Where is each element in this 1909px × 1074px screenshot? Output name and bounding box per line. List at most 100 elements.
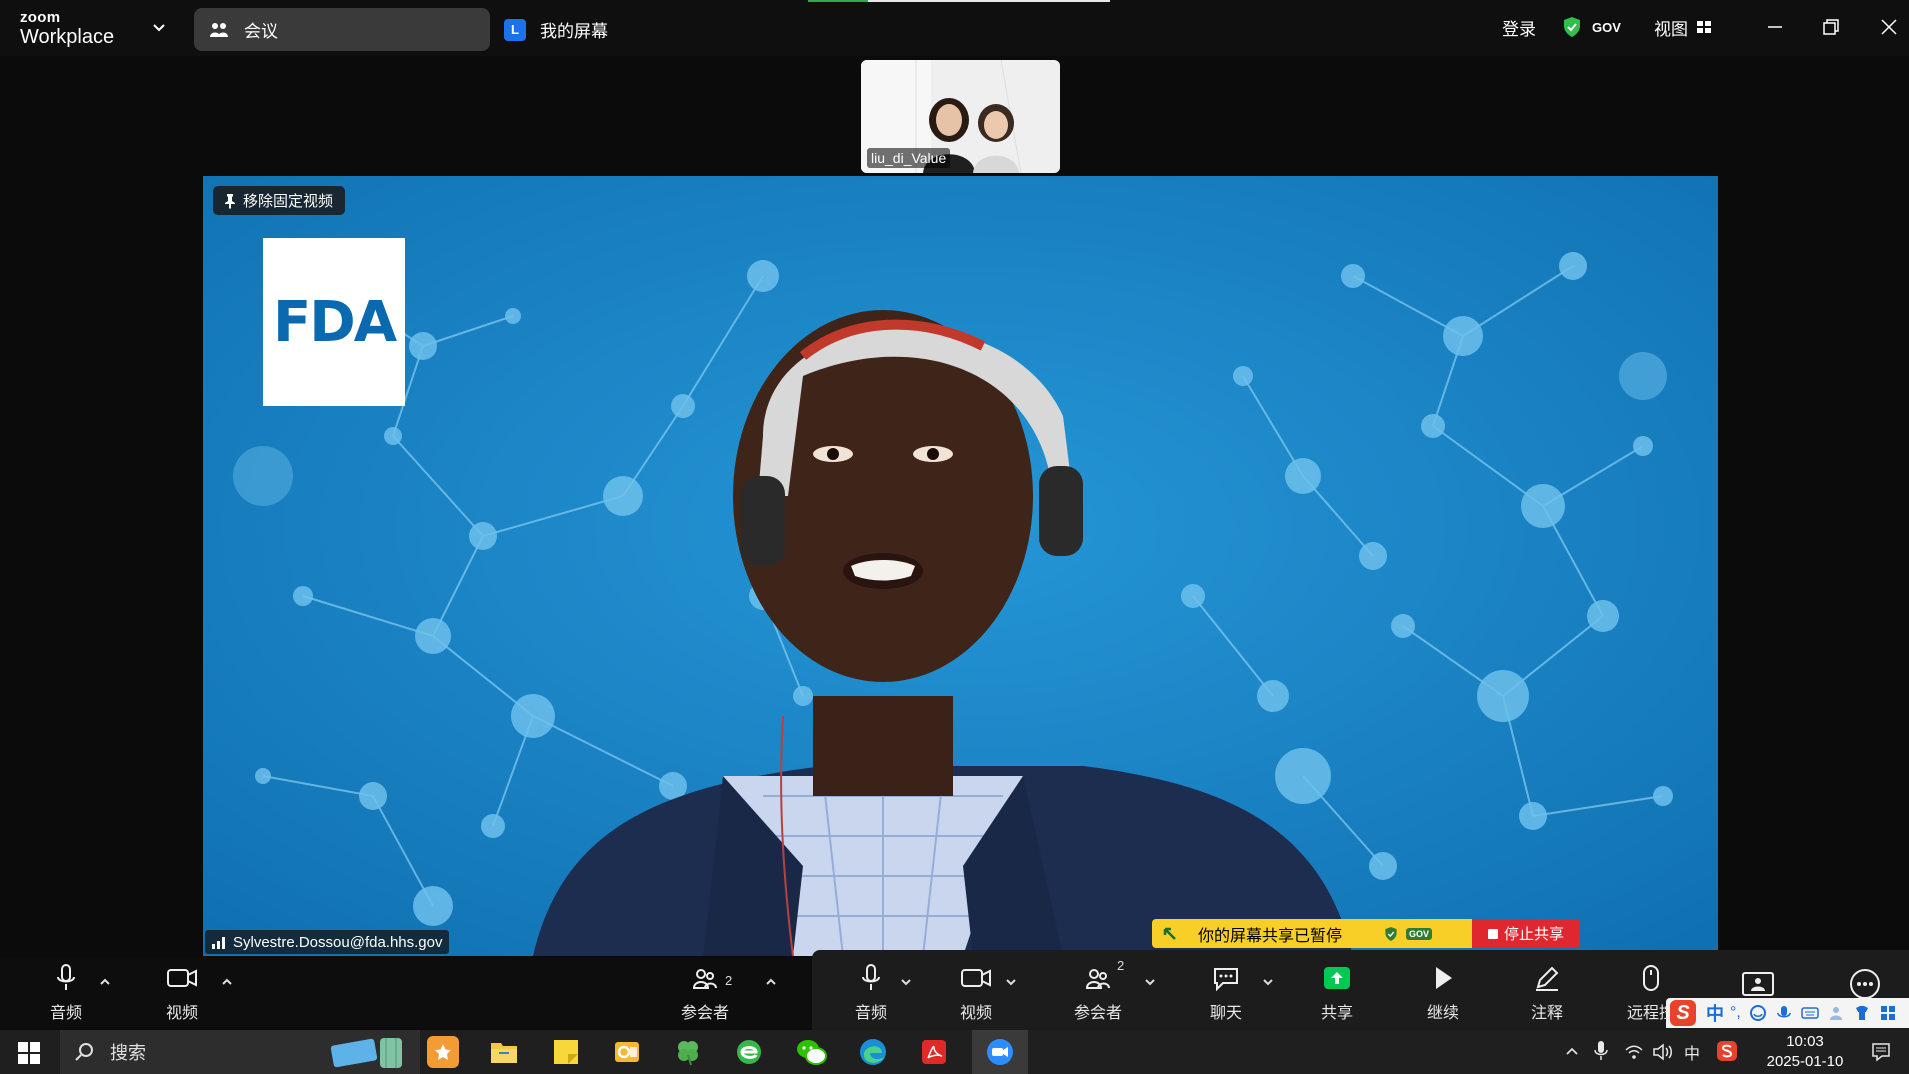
video-label: 视频: [165, 1005, 198, 1022]
clock-time: 10:03: [1786, 1033, 1824, 1050]
participants-button[interactable]: 参会者: [665, 958, 745, 1028]
clock-date: 2025-01-10: [1766, 1053, 1844, 1070]
participants-options-caret-icon[interactable]: [763, 974, 779, 990]
login-button[interactable]: 登录: [1502, 14, 1536, 40]
participants-label: 参会者: [680, 1005, 729, 1022]
audio-options-caret-icon[interactable]: [97, 974, 113, 990]
speaker-name-tag: Sylvestre.Dossou@fda.hhs.gov: [205, 930, 449, 954]
file-explorer-icon[interactable]: [488, 1036, 520, 1068]
ime-toolbar[interactable]: S 中 °,: [1666, 998, 1909, 1028]
share-participants-caret-icon[interactable]: [1142, 974, 1158, 990]
share-audio-label: 音频: [854, 1005, 887, 1022]
window-drag-indicator[interactable]: [808, 0, 1110, 2]
wechat-icon[interactable]: [795, 1036, 827, 1068]
share-screen-icon: [1324, 967, 1350, 989]
user-icon[interactable]: [1827, 1004, 1845, 1022]
keyboard-icon[interactable]: [1801, 1004, 1819, 1022]
voice-input-icon[interactable]: [1775, 1004, 1793, 1022]
share-video-label: 视频: [959, 1005, 992, 1022]
taskbar-search-box[interactable]: 搜索: [60, 1030, 420, 1074]
sogou-icon[interactable]: S: [1670, 1000, 1696, 1026]
microphone-icon: [862, 964, 880, 990]
banner-gov-badge: GOV: [1406, 927, 1433, 940]
share-participants-count: 2: [1117, 958, 1125, 973]
outlook-icon[interactable]: [611, 1036, 643, 1068]
thumbnail-name: liu_di_Value: [867, 148, 951, 168]
microphone-icon: [57, 964, 75, 990]
zoom-brand[interactable]: zoom Workplace: [20, 10, 114, 47]
brand-zoom: zoom: [20, 9, 61, 26]
sticky-notes-icon[interactable]: [550, 1036, 582, 1068]
video-options-caret-icon[interactable]: [219, 974, 235, 990]
chat-caret-icon[interactable]: [1260, 974, 1276, 990]
main-video[interactable]: 移除固定视频 FDA Sylvestre.Dossou@fda.hhs.gov: [203, 176, 1718, 956]
restore-icon[interactable]: [1818, 14, 1844, 40]
screen-l-icon: L: [504, 18, 526, 41]
play-icon: [1436, 967, 1452, 989]
resume-button[interactable]: 继续: [1400, 958, 1486, 1028]
participant-thumbnail[interactable]: liu_di_Value: [861, 60, 1060, 173]
ime-lang[interactable]: 中: [1706, 1000, 1724, 1026]
toolbox-icon[interactable]: [1879, 1004, 1897, 1022]
video-button[interactable]: 视频: [142, 958, 222, 1028]
zoom-app-icon[interactable]: [984, 1036, 1016, 1068]
view-button[interactable]: 视图: [1654, 14, 1712, 40]
share-paused-banner[interactable]: 你的屏幕共享已暂停 GOV: [1152, 919, 1472, 948]
tray-microphone-icon[interactable]: [1594, 1040, 1608, 1062]
shield-check-icon: [1564, 17, 1580, 37]
grid-view-icon: [1697, 21, 1711, 33]
share-paused-text: 你的屏幕共享已暂停: [1198, 927, 1343, 945]
gov-badge[interactable]: GOV: [1562, 14, 1621, 40]
network-icon[interactable]: [1624, 1042, 1644, 1062]
audio-button[interactable]: 音频: [26, 958, 106, 1028]
taskbar-app-star-icon[interactable]: [427, 1036, 459, 1068]
share-audio-button[interactable]: 音频: [828, 958, 914, 1028]
clover-app-icon[interactable]: [672, 1036, 704, 1068]
meeting-icon: [210, 22, 228, 37]
annotate-label: 注释: [1530, 1005, 1563, 1022]
screen-person-icon: [1742, 972, 1774, 996]
fda-logo-text: FDA: [272, 289, 397, 355]
camera-icon: [167, 969, 197, 987]
notification-center-icon[interactable]: [1870, 1041, 1892, 1063]
acrobat-icon[interactable]: [918, 1036, 950, 1068]
tab-my-screen-label: 我的屏幕: [540, 22, 608, 41]
edge-browser-icon[interactable]: [857, 1036, 889, 1068]
title-bar: zoom Workplace 会议 L 我的屏幕 登录 GOV 视图: [0, 0, 1909, 56]
travel-decoration-icon: [330, 1038, 402, 1068]
speaker-video-frame: [203, 176, 1718, 956]
share-participants-button[interactable]: 参会者: [1055, 958, 1141, 1028]
minimize-icon[interactable]: [1762, 14, 1788, 40]
search-icon: [75, 1043, 93, 1061]
tab-meeting[interactable]: 会议: [194, 8, 490, 51]
tray-sogou-icon[interactable]: [1716, 1040, 1738, 1062]
close-icon[interactable]: [1876, 14, 1902, 40]
pin-icon: [225, 193, 235, 209]
ie-browser-icon[interactable]: [733, 1036, 765, 1068]
annotate-button[interactable]: 注释: [1504, 958, 1590, 1028]
fda-logo: FDA: [263, 238, 405, 406]
volume-icon[interactable]: [1652, 1042, 1674, 1062]
chevron-down-icon[interactable]: [150, 18, 168, 36]
tab-my-screen[interactable]: L 我的屏幕: [500, 8, 680, 51]
windows-taskbar: 搜索 中 10:03 2025-01-10: [0, 1030, 1909, 1074]
share-button[interactable]: 共享: [1294, 958, 1380, 1028]
signal-strength-icon: [212, 937, 225, 949]
taskbar-clock[interactable]: 10:03 2025-01-10: [1750, 1032, 1860, 1072]
ime-punct[interactable]: °,: [1730, 1004, 1741, 1022]
pen-icon: [1536, 966, 1559, 991]
emoji-icon[interactable]: [1749, 1004, 1767, 1022]
share-audio-caret-icon[interactable]: [898, 974, 914, 990]
stop-share-button[interactable]: 停止共享: [1472, 919, 1580, 948]
speaker-name: Sylvestre.Dossou@fda.hhs.gov: [233, 933, 443, 951]
zoom-window: zoom Workplace 会议 L 我的屏幕 登录 GOV 视图 liu_d…: [0, 0, 1909, 1074]
chat-button[interactable]: 聊天: [1183, 958, 1269, 1028]
windows-start-icon[interactable]: [18, 1042, 40, 1064]
share-video-button[interactable]: 视频: [933, 958, 1019, 1028]
taskbar-ime-lang[interactable]: 中: [1684, 1040, 1700, 1064]
skin-icon[interactable]: [1853, 1004, 1871, 1022]
unpin-video-button[interactable]: 移除固定视频: [213, 186, 346, 215]
share-video-caret-icon[interactable]: [1003, 974, 1019, 990]
show-hidden-icons-chevron-icon[interactable]: [1564, 1044, 1580, 1058]
taskbar-search-label: 搜索: [110, 1043, 146, 1063]
